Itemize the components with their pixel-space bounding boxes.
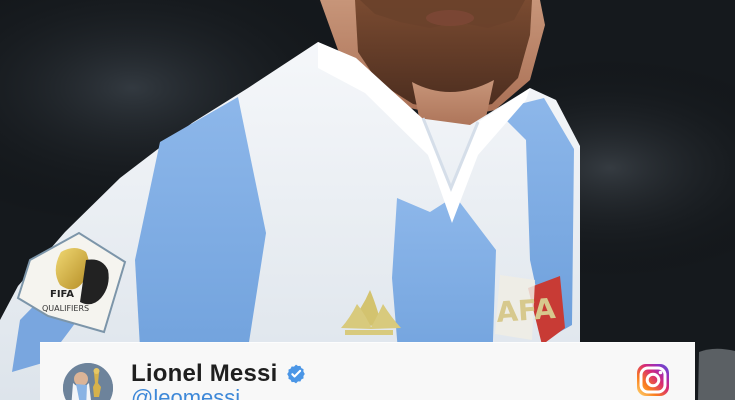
author-name-row: Lionel Messi — [131, 360, 307, 388]
svg-text:AFA: AFA — [495, 292, 557, 329]
social-post-card[interactable]: Lionel Messi @leomessi — [40, 342, 695, 400]
svg-text:FIFA: FIFA — [50, 289, 74, 300]
verified-icon — [287, 364, 306, 384]
instagram-icon[interactable] — [635, 362, 671, 398]
avatar-image — [63, 363, 113, 400]
post-media-container: AFA FIFA QUALIFIERS Lionel Messi @leomes… — [0, 0, 735, 400]
svg-text:QUALIFIERS: QUALIFIERS — [42, 304, 89, 313]
author-name[interactable]: Lionel Messi — [131, 362, 277, 386]
player-photo: AFA FIFA QUALIFIERS — [0, 0, 735, 400]
author-handle[interactable]: @leomessi — [131, 387, 240, 400]
profile-avatar[interactable] — [63, 363, 113, 400]
